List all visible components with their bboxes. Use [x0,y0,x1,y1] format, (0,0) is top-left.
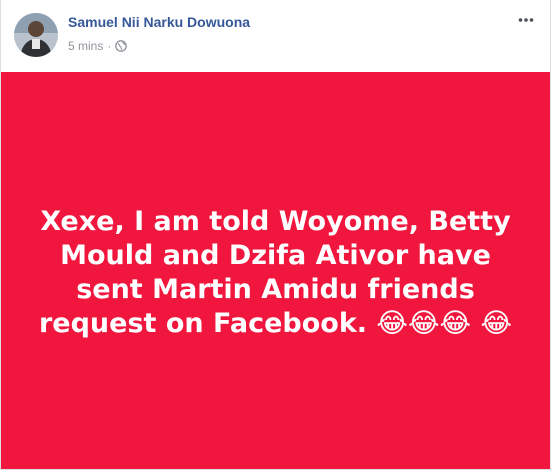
facebook-post: Samuel Nii Narku Dowuona 5 mins · Xexe, … [0,0,551,470]
author-name[interactable]: Samuel Nii Narku Dowuona [68,14,250,30]
status-text: Xexe, I am told Woyome, Betty Mould and … [38,205,513,339]
status-background: Xexe, I am told Woyome, Betty Mould and … [1,72,550,469]
avatar-image [14,13,58,57]
author-avatar[interactable] [14,13,58,57]
post-meta: 5 mins · [68,39,128,53]
post-header: Samuel Nii Narku Dowuona 5 mins · [1,0,550,72]
post-timestamp[interactable]: 5 mins [68,39,103,53]
meta-separator: · [107,39,112,53]
more-options-icon [518,18,534,22]
globe-icon[interactable] [115,40,128,52]
more-options-button[interactable] [514,10,538,30]
